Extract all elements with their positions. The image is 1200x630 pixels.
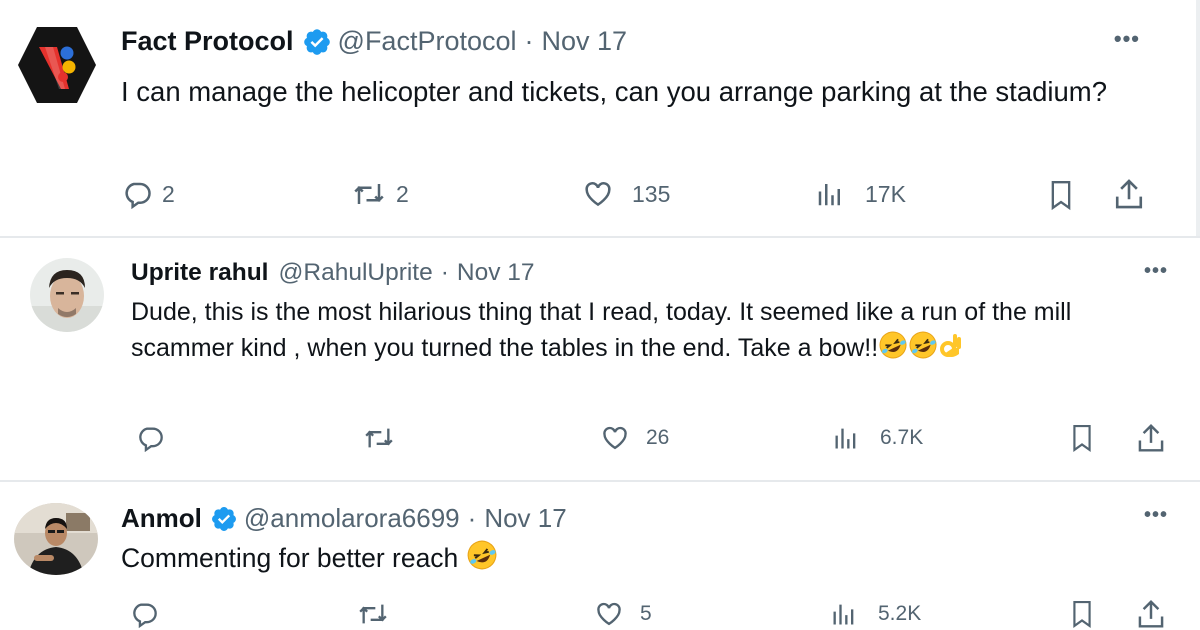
tweet-date[interactable]: Nov 17 xyxy=(484,503,566,534)
like-count: 26 xyxy=(646,426,670,449)
author-name[interactable]: Uprite rahul xyxy=(131,259,269,287)
reply-icon xyxy=(125,182,151,209)
author-handle[interactable]: @RahulUprite xyxy=(279,259,433,287)
tweet-header: Uprite rahul @RahulUprite · Nov 17 xyxy=(131,259,535,287)
tweet[interactable]: Anmol @anmolarora6699 · Nov 17 ••• Comme… xyxy=(0,482,1200,630)
tweet-text-block: Dude, this is the most hilarious thing t… xyxy=(131,294,1171,370)
tweet-header: Anmol @anmolarora6699 · Nov 17 xyxy=(121,503,567,534)
reply-icon xyxy=(139,427,163,452)
tweet-date[interactable]: Nov 17 xyxy=(542,26,628,57)
views-button[interactable]: 5.2K xyxy=(830,600,921,628)
author-name[interactable]: Fact Protocol xyxy=(121,26,294,57)
reply-icon xyxy=(133,603,157,628)
rolling-on-floor-laughing-icon xyxy=(466,539,498,582)
tweet[interactable]: Fact Protocol @FactProtocol · Nov 17 •••… xyxy=(0,0,1200,238)
views-count: 6.7K xyxy=(880,426,924,449)
views-chart-icon xyxy=(818,184,840,206)
views-count: 17K xyxy=(865,180,906,207)
share-icon xyxy=(1138,599,1164,628)
share-button[interactable] xyxy=(1113,177,1145,211)
bookmark-button[interactable] xyxy=(1069,599,1095,629)
avatar[interactable] xyxy=(17,25,97,105)
more-options-icon[interactable]: ••• xyxy=(1144,504,1168,527)
more-options-icon[interactable]: ••• xyxy=(1144,260,1168,283)
like-count: 135 xyxy=(632,180,671,207)
heart-icon xyxy=(585,182,611,207)
rolling-on-floor-laughing-icon xyxy=(878,330,908,370)
views-chart-icon xyxy=(833,604,854,625)
repost-icon xyxy=(359,604,387,624)
repost-button[interactable] xyxy=(363,424,405,452)
author-name[interactable]: Anmol xyxy=(121,503,202,534)
repost-icon xyxy=(354,184,384,204)
bookmark-icon xyxy=(1051,181,1071,211)
bookmark-button[interactable] xyxy=(1047,179,1075,211)
reply-button[interactable]: 2 xyxy=(122,179,175,209)
views-count: 5.2K xyxy=(878,602,922,625)
reply-button[interactable] xyxy=(130,600,168,628)
repost-button[interactable]: 2 xyxy=(352,179,409,209)
reply-count: 2 xyxy=(162,180,175,207)
views-button[interactable]: 6.7K xyxy=(832,424,923,452)
share-icon xyxy=(1115,179,1143,209)
avatar[interactable] xyxy=(30,258,104,332)
avatar[interactable] xyxy=(14,503,98,575)
like-button[interactable]: 135 xyxy=(582,179,670,209)
ok-hand-icon xyxy=(938,330,964,370)
separator: · xyxy=(524,26,534,56)
heart-icon xyxy=(597,602,621,626)
repost-count: 2 xyxy=(396,180,409,207)
verified-badge-icon[interactable] xyxy=(210,505,238,533)
bookmark-icon xyxy=(1073,425,1091,453)
repost-icon xyxy=(365,428,393,448)
heart-icon xyxy=(603,426,627,450)
share-button[interactable] xyxy=(1136,598,1166,630)
tweet-text: Commenting for better reach xyxy=(121,543,459,573)
column-border xyxy=(1196,0,1200,236)
tweet-date[interactable]: Nov 17 xyxy=(457,259,535,287)
more-options-icon[interactable]: ••• xyxy=(1114,26,1140,52)
fact-protocol-logo-icon xyxy=(18,27,96,103)
verified-badge-icon[interactable] xyxy=(302,27,332,57)
rolling-on-floor-laughing-icon xyxy=(908,330,938,370)
share-button[interactable] xyxy=(1136,422,1166,454)
views-button[interactable]: 17K xyxy=(815,179,906,209)
views-chart-icon xyxy=(835,428,856,449)
separator: · xyxy=(440,259,449,286)
author-handle[interactable]: @anmolarora6699 xyxy=(244,503,460,534)
tweet[interactable]: Uprite rahul @RahulUprite · Nov 17 ••• D… xyxy=(0,238,1200,482)
bookmark-icon xyxy=(1073,601,1091,629)
separator: · xyxy=(467,503,477,533)
like-count: 5 xyxy=(640,602,652,625)
share-icon xyxy=(1138,423,1164,452)
tweet-text-block: Commenting for better reach xyxy=(121,538,1121,582)
tweet-header: Fact Protocol @FactProtocol · Nov 17 xyxy=(121,26,627,57)
bookmark-button[interactable] xyxy=(1069,423,1095,453)
tweet-text: I can manage the helicopter and tickets,… xyxy=(121,76,1108,107)
repost-button[interactable] xyxy=(357,600,399,628)
author-handle[interactable]: @FactProtocol xyxy=(338,26,517,57)
reply-button[interactable] xyxy=(136,424,174,452)
like-button[interactable]: 26 xyxy=(600,424,669,452)
like-button[interactable]: 5 xyxy=(594,600,652,628)
